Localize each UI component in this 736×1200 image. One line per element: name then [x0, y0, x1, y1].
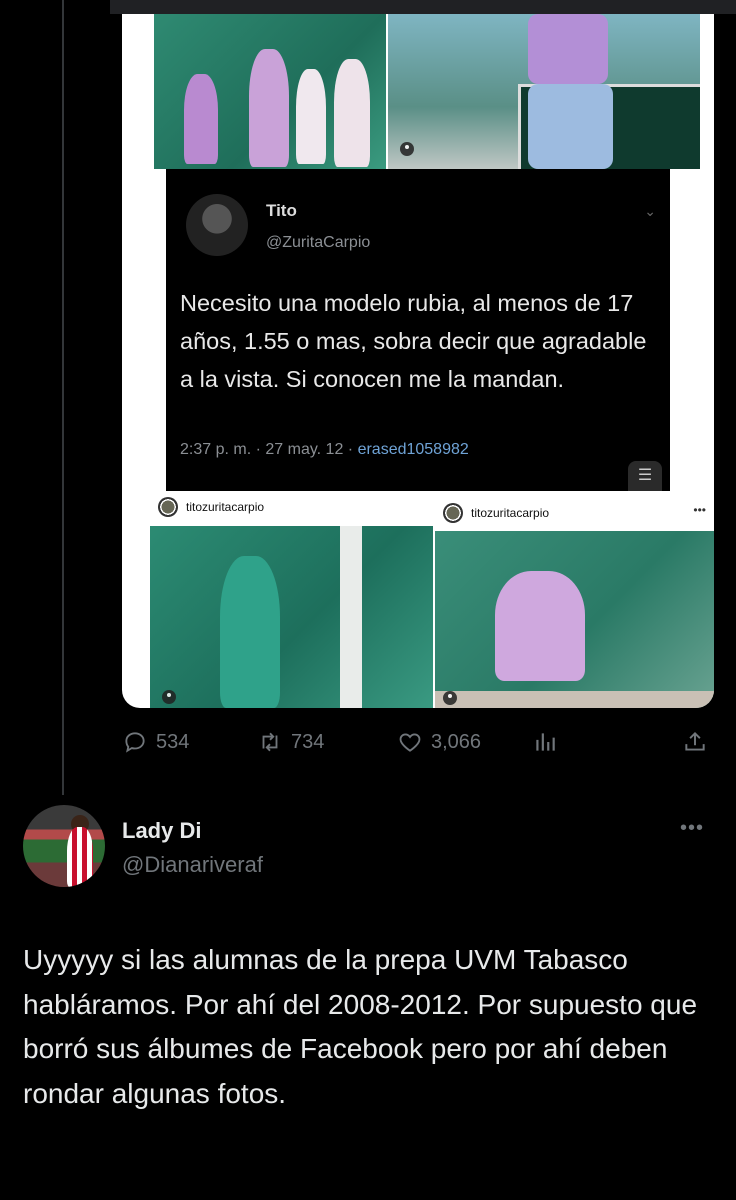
reply-button[interactable]: 534 [122, 722, 189, 762]
like-icon [399, 733, 421, 752]
top-edge [110, 0, 736, 14]
retweet-button[interactable]: 734 [257, 722, 324, 762]
photo-group-dancers[interactable] [154, 14, 386, 169]
views-button[interactable] [532, 722, 558, 762]
reply-tweet-text: Uyyyyy si las alumnas de la prepa UVM Ta… [23, 944, 698, 1109]
embedded-tweet-screenshot: Tito @ZuritaCarpio ⌄ Necesito una modelo… [166, 169, 670, 491]
retweet-icon [262, 732, 278, 752]
reply-icon [125, 732, 145, 753]
like-count: 3,066 [431, 730, 482, 753]
media-collage[interactable]: Tito @ZuritaCarpio ⌄ Necesito una modelo… [122, 14, 714, 708]
reply-author-name[interactable]: Lady Di [122, 818, 201, 844]
embedded-tweet-meta: 2:37 p. m. · 27 may. 12 · erased1058982 [180, 441, 469, 459]
person-tag-icon [443, 691, 457, 705]
more-icon[interactable]: ••• [680, 817, 704, 840]
share-button[interactable] [682, 722, 708, 762]
thread-line [62, 0, 64, 795]
instagram-username: titozuritacarpio [186, 500, 265, 514]
avatar [443, 503, 463, 523]
photo-green-dress[interactable] [150, 526, 433, 708]
instagram-post-header: titozuritacarpio ••• [435, 498, 714, 528]
photo-jeans[interactable] [388, 14, 700, 169]
watermark: erased1058982 [357, 441, 469, 458]
avatar [186, 194, 248, 256]
like-button[interactable]: 3,066 [397, 722, 481, 762]
tweet-actions: 534 734 3,066 [122, 722, 722, 762]
retweet-count: 734 [291, 730, 325, 753]
chevron-down-icon: ⌄ [644, 203, 656, 219]
instagram-username: titozuritacarpio [471, 506, 550, 520]
text-recognition-icon[interactable]: ☰ [628, 461, 662, 491]
embedded-tweet-timestamp: 2:37 p. m. · 27 may. 12 · [180, 441, 358, 458]
person-tag-icon [400, 142, 414, 156]
photo-lilac-suit[interactable] [435, 531, 714, 708]
share-icon [685, 731, 705, 751]
embedded-tweet-text: Necesito una modelo rubia, al menos de 1… [180, 290, 647, 392]
embedded-tweet-handle: @ZuritaCarpio [266, 234, 371, 251]
reply-count: 534 [156, 730, 190, 753]
avatar [158, 497, 178, 517]
embedded-tweet-name: Tito [266, 201, 297, 220]
instagram-post-header: titozuritacarpio [150, 492, 433, 522]
avatar[interactable] [23, 805, 105, 887]
more-icon[interactable]: ••• [693, 503, 706, 517]
reply-author-handle[interactable]: @Dianariveraf [122, 852, 263, 878]
views-icon [536, 733, 555, 751]
person-tag-icon [162, 690, 176, 704]
